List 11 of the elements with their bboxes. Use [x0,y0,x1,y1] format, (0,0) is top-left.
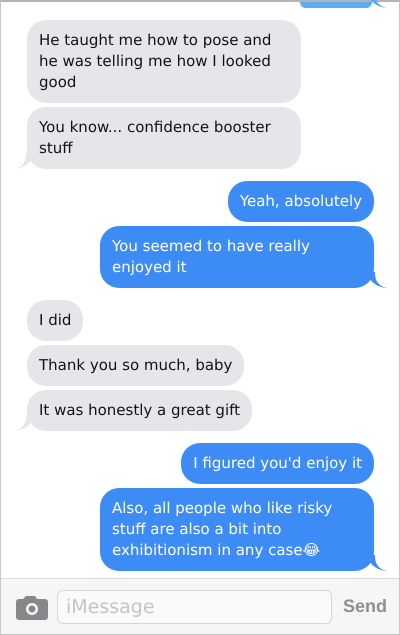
message-bubble: I figured you'd enjoy it [181,443,374,484]
message-bubble: Thank you so much, baby [27,345,244,386]
message-bubble: I did [27,300,84,341]
message-bubble: Also, all people who like risky stuff are also a bit into exhibitionism in any case😂 [100,488,374,571]
message-bubble: You seemed to have really enjoyed it [100,226,374,288]
message-bubble: He taught me how to pose and he was telling me how I looked good [27,20,301,103]
message-bubble: Yeah, absolutely [228,181,374,222]
message-bubble: It was honestly a great gift [27,390,252,431]
camera-icon[interactable] [16,594,48,620]
message-bubble: You know... confidence booster stuff [27,107,301,169]
send-button[interactable]: Send [340,596,389,617]
